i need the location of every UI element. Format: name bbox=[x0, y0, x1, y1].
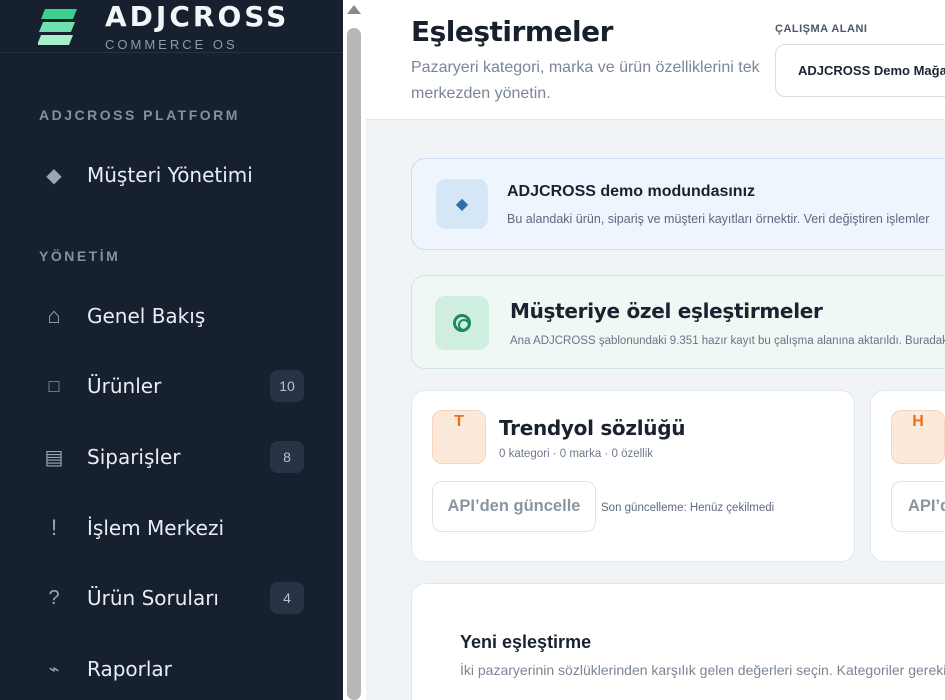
sidebar-item-label: Müşteri Yönetimi bbox=[87, 163, 253, 187]
marketplace-badge: H bbox=[891, 410, 945, 464]
sidebar-item-label: Genel Bakış bbox=[87, 304, 206, 328]
box-icon: □ bbox=[48, 375, 60, 396]
custom-mappings-title: Müşteriye özel eşleştirmeler bbox=[510, 299, 823, 323]
diamond-icon: ◆ bbox=[46, 164, 62, 187]
workspace-label: ÇALIŞMA ALANI bbox=[775, 23, 868, 35]
scroll-up-arrow-icon[interactable] bbox=[347, 5, 361, 14]
new-mapping-text: İki pazaryerinin sözlüklerinden karşılık… bbox=[460, 662, 945, 678]
sidebar-item-overview[interactable]: ⌂ Genel Bakış bbox=[0, 291, 343, 341]
sidebar: ADJCROSS COMMERCE OS ADJCROSS PLATFORM ◆… bbox=[0, 0, 343, 700]
sidebar-item-operations[interactable]: ! İşlem Merkezi bbox=[0, 503, 343, 553]
demo-notice-text: Bu alandaki ürün, sipariş ve müşteri kay… bbox=[507, 212, 930, 226]
sidebar-item-label: İşlem Merkezi bbox=[87, 516, 225, 540]
new-mapping-card: Yeni eşleştirme İki pazaryerinin sözlükl… bbox=[411, 583, 945, 700]
main-content: Eşleştirmeler Pazaryeri kategori, marka … bbox=[366, 0, 945, 700]
sidebar-item-products[interactable]: □ Ürünler 10 bbox=[0, 361, 343, 411]
page-description: Pazaryeri kategori, marka ve ürün özelli… bbox=[411, 59, 760, 102]
alert-icon: ! bbox=[50, 515, 58, 540]
dictionary-title: Trendyol sözlüğü bbox=[499, 416, 686, 440]
sidebar-item-label: Ürünler bbox=[87, 374, 162, 398]
demo-notice-title: ADJCROSS demo modundasınız bbox=[507, 183, 756, 200]
diamond-icon: ◆ bbox=[436, 179, 488, 229]
brand-subtitle: COMMERCE OS bbox=[105, 37, 238, 52]
brand: ADJCROSS COMMERCE OS bbox=[0, 0, 343, 53]
workspace-select[interactable]: ADJCROSS Demo Mağaza bbox=[775, 44, 945, 97]
scrollbar-thumb[interactable] bbox=[347, 28, 361, 700]
custom-mappings-text: Ana ADJCROSS şablonundaki 9.351 hazır ka… bbox=[510, 335, 945, 347]
dictionary-stats: 0 kategori · 0 marka · 0 özellik bbox=[499, 448, 654, 460]
trendyol-dictionary-card: T Trendyol sözlüğü 0 kategori · 0 marka … bbox=[411, 390, 855, 562]
list-icon: ▤ bbox=[44, 446, 64, 469]
target-icon bbox=[435, 296, 489, 350]
chart-icon: ⌁ bbox=[48, 658, 60, 679]
sidebar-item-label: Ürün Soruları bbox=[87, 586, 219, 610]
sidebar-item-customers[interactable]: ◆ Müşteri Yönetimi bbox=[0, 150, 343, 200]
sidebar-item-orders[interactable]: ▤ Siparişler 8 bbox=[0, 432, 343, 482]
marketplace-badge: T bbox=[432, 410, 486, 464]
page-title: Eşleştirmeler bbox=[411, 15, 613, 48]
sidebar-item-questions[interactable]: ? Ürün Soruları 4 bbox=[0, 573, 343, 623]
count-badge: 8 bbox=[270, 441, 304, 473]
logo-icon bbox=[38, 9, 77, 45]
count-badge: 4 bbox=[270, 582, 304, 614]
question-icon: ? bbox=[48, 586, 60, 609]
sidebar-item-label: Siparişler bbox=[87, 445, 181, 469]
api-update-button[interactable]: API’den güncelle bbox=[891, 481, 945, 532]
sidebar-item-label: Raporlar bbox=[87, 657, 172, 681]
hepsiburada-dictionary-card: H API’den güncelle bbox=[870, 390, 945, 562]
new-mapping-title: Yeni eşleştirme bbox=[460, 632, 592, 652]
sidebar-item-reports[interactable]: ⌁ Raporlar bbox=[0, 644, 343, 694]
section-title-management: YÖNETİM bbox=[39, 248, 121, 264]
home-icon: ⌂ bbox=[47, 303, 61, 328]
page-header: Eşleştirmeler Pazaryeri kategori, marka … bbox=[366, 0, 945, 120]
last-update-text: Son güncelleme: Henüz çekilmedi bbox=[601, 502, 775, 514]
api-update-button[interactable]: API’den güncelle bbox=[432, 481, 596, 532]
demo-mode-notice: ◆ ADJCROSS demo modundasınız Bu alandaki… bbox=[411, 158, 945, 250]
custom-mappings-notice: Müşteriye özel eşleştirmeler Ana ADJCROS… bbox=[411, 275, 945, 369]
count-badge: 10 bbox=[270, 370, 304, 402]
brand-name: ADJCROSS bbox=[105, 0, 290, 33]
section-title-platform: ADJCROSS PLATFORM bbox=[39, 107, 240, 123]
